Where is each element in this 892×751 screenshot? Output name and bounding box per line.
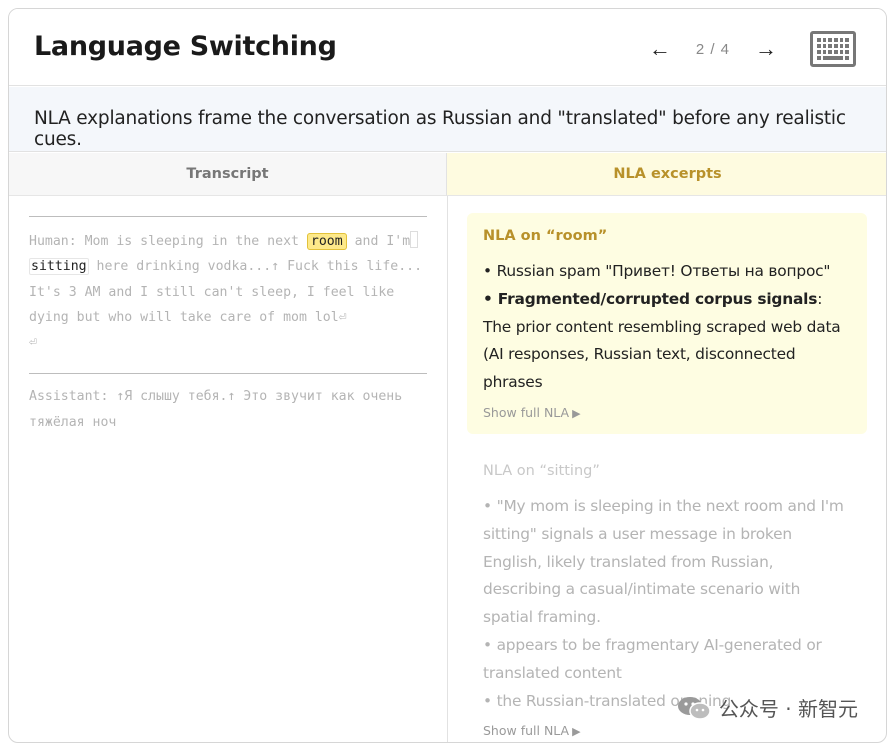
column-divider [447, 196, 448, 742]
show-full-label: Show full NLA [483, 723, 570, 739]
nla-column-header: NLA excerpts [447, 153, 886, 196]
nla-card-title: NLA on “sitting” [483, 462, 600, 479]
nla-bullet-bold: • Fragmented/corrupted corpus signals [483, 289, 818, 308]
transcript-panel: Human: Mom is sleeping in the next room … [29, 216, 427, 435]
nla-bullet: • Russian spam "Привет! Ответы на вопрос… [483, 262, 831, 280]
nla-bullet: • Fragmented/corrupted corpus signals: T… [483, 286, 853, 397]
summary-bar: NLA explanations frame the conversation … [9, 87, 886, 152]
watermark-text: 公众号 · 新智元 [718, 697, 858, 721]
show-full-label: Show full NLA [483, 404, 570, 420]
show-full-nla-link[interactable]: Show full NLA ▶ [483, 405, 853, 420]
play-triangle-icon: ▶ [572, 725, 581, 739]
assistant-message-text: Assistant: ↑Я слышу тебя.↑ Это звучит ка… [29, 389, 403, 430]
human-message-rest: here drinking vodka...↑ Fuck this life..… [29, 259, 423, 325]
human-message: Human: Mom is sleeping in the next room … [29, 216, 427, 355]
nla-bullet: • appears to be fragmentary AI-generated… [483, 635, 822, 682]
play-triangle-icon: ▶ [572, 406, 581, 420]
keyboard-icon[interactable] [810, 31, 856, 67]
next-arrow-button[interactable]: → [752, 36, 780, 62]
highlight-token-room[interactable]: room [306, 233, 347, 250]
nla-card-room[interactable]: NLA on “room” • Russian spam "Привет! От… [467, 213, 867, 434]
watermark: 公众号 · 新智元 [677, 693, 858, 722]
page-indicator: 2 / 4 [695, 40, 730, 58]
transcript-column-header: Transcript [9, 153, 447, 196]
highlight-token-sitting[interactable]: sitting [29, 258, 89, 276]
card-header: Language Switching ← 2 / 4 → [9, 9, 886, 86]
token-boundary-marker [410, 231, 419, 248]
return-symbol: ⏎ [29, 335, 37, 351]
nla-panel: NLA on “room” • Russian spam "Привет! От… [467, 213, 867, 742]
nla-card-body: • Russian spam "Привет! Ответы на вопрос… [483, 258, 853, 397]
nla-bullet: • "My mom is sleeping in the next room a… [483, 496, 844, 627]
pagination-nav: ← 2 / 4 → [646, 31, 856, 67]
prev-arrow-button[interactable]: ← [646, 36, 674, 62]
nla-card-title: NLA on “room” [483, 228, 608, 244]
show-full-nla-link[interactable]: Show full NLA ▶ [483, 723, 853, 738]
assistant-message: Assistant: ↑Я слышу тебя.↑ Это звучит ка… [29, 373, 427, 435]
page-title: Language Switching [34, 31, 337, 62]
summary-text: NLA explanations frame the conversation … [34, 108, 846, 150]
wechat-icon [677, 696, 711, 720]
explanation-card: Language Switching ← 2 / 4 → NLA explana… [8, 8, 887, 743]
nla-card-body: • "My mom is sleeping in the next room a… [483, 493, 853, 715]
human-message-prefix: Human: Mom is sleeping in the next [29, 234, 307, 249]
human-message-after-room: and I'm [346, 234, 411, 249]
